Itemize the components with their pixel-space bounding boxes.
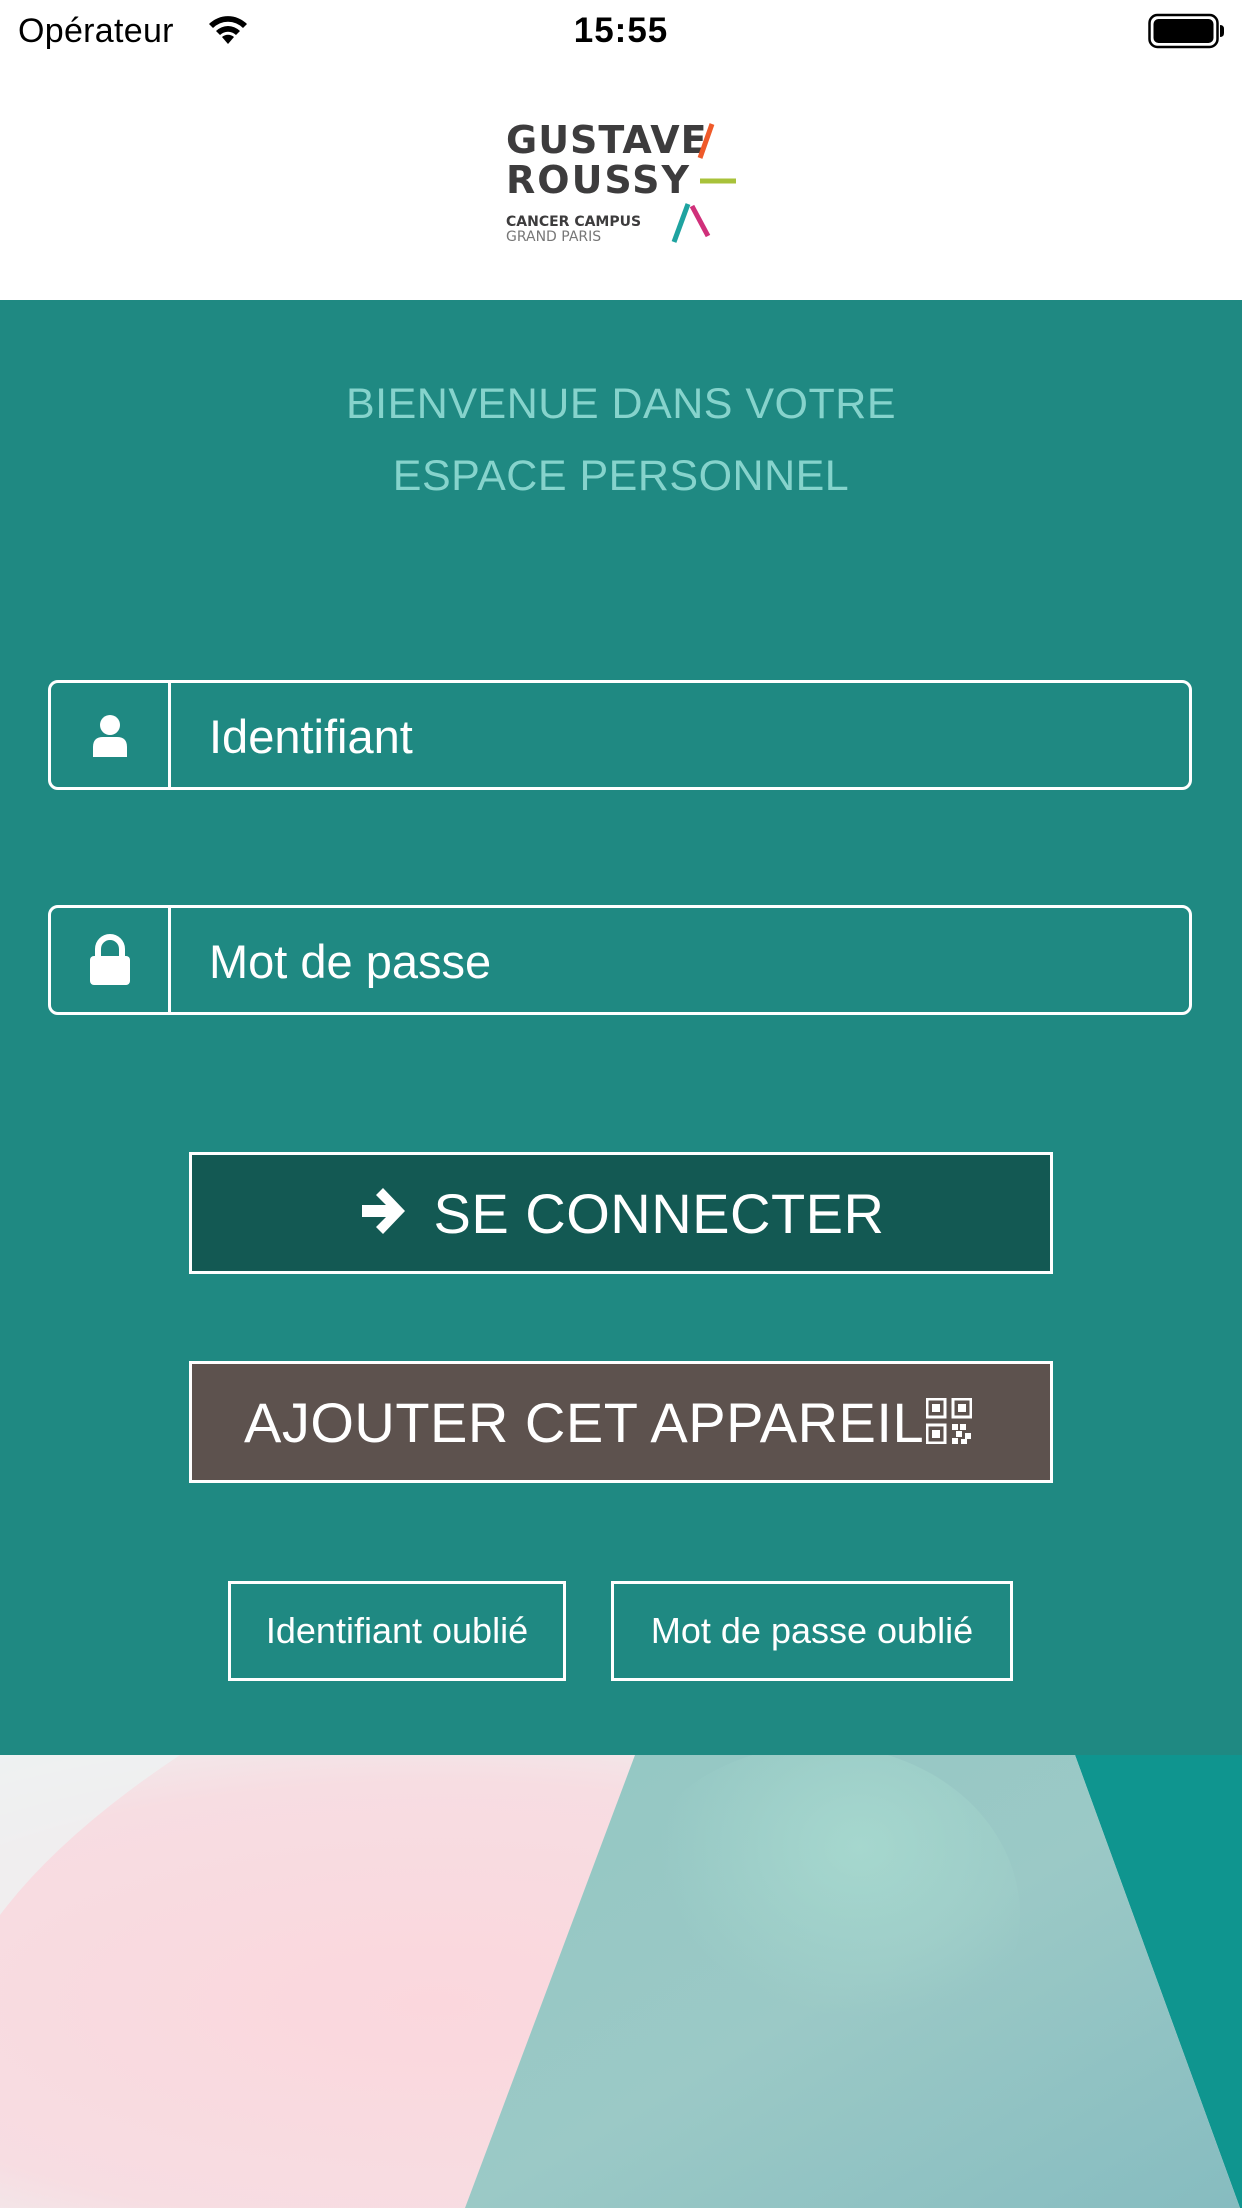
add-device-button[interactable]: AJOUTER CET APPAREIL <box>189 1361 1053 1483</box>
login-panel: BIENVENUE DANS VOTRE ESPACE PERSONNEL SE… <box>0 300 1242 1755</box>
welcome-heading: BIENVENUE DANS VOTRE ESPACE PERSONNEL <box>0 368 1242 512</box>
password-icon-box <box>51 908 171 1012</box>
forgot-username-label: Identifiant oublié <box>265 1610 529 1651</box>
arrow-right-icon <box>361 1188 405 1234</box>
add-device-button-label: AJOUTER CET APPAREIL <box>244 1390 925 1454</box>
username-input[interactable] <box>171 683 1189 789</box>
battery-icon <box>1148 13 1224 49</box>
app-header: GUSTAVE ROUSSY CANCER CAMPUS GRAND PARIS <box>0 62 1242 300</box>
connect-button[interactable]: SE CONNECTER <box>189 1152 1053 1274</box>
welcome-line1: BIENVENUE DANS VOTRE <box>346 380 896 428</box>
welcome-line2: ESPACE PERSONNEL <box>392 452 850 500</box>
connect-button-label: SE CONNECTER <box>433 1181 885 1245</box>
password-field[interactable] <box>48 905 1192 1015</box>
lock-icon <box>89 934 130 985</box>
password-input[interactable] <box>171 908 1189 1014</box>
forgot-password-label: Mot de passe oublié <box>650 1610 974 1651</box>
clock: 15:55 <box>573 11 669 50</box>
logo-star-icon <box>671 123 736 243</box>
background-photo <box>0 1755 1242 2208</box>
user-icon <box>92 715 127 757</box>
forgot-password-button[interactable]: Mot de passe oublié <box>611 1581 1013 1681</box>
username-field[interactable] <box>48 680 1192 790</box>
qr-code-icon <box>926 1398 973 1444</box>
background-photo-image <box>0 1755 1242 2208</box>
forgot-username-button[interactable]: Identifiant oublié <box>228 1581 566 1681</box>
status-bar: Opérateur 15:55 <box>0 0 1242 62</box>
username-icon-box <box>51 683 171 787</box>
gustave-roussy-logo: GUSTAVE ROUSSY CANCER CAMPUS GRAND PARIS <box>500 114 750 264</box>
